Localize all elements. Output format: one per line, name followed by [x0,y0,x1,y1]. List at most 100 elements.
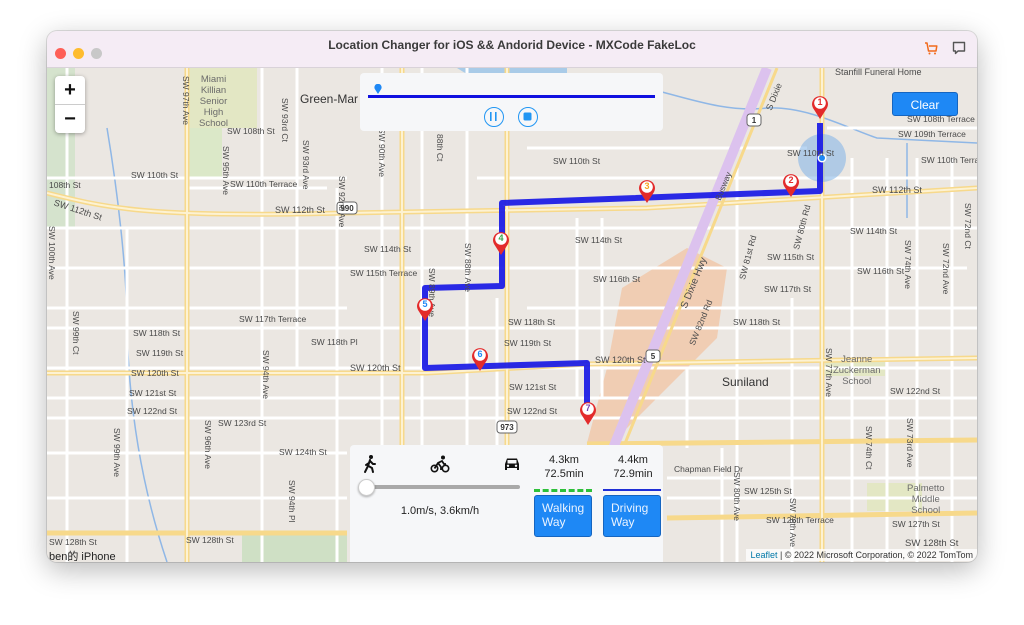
driving-route-legend [603,489,661,491]
street-label: SW 73rd Ave [905,418,915,468]
street-label: SW 109th Terrace [898,129,966,139]
street-label: SW 128th St [905,538,959,549]
street-label: SW 93rd Ct [280,98,290,142]
place-miami-killian: Miami Killian Senior High School [199,74,229,129]
window-title: Location Changer for iOS && Andorid Devi… [328,38,696,52]
driving-time: 72.9min [613,468,653,480]
waypoint-marker-5[interactable]: 5 [415,296,435,322]
street-label: SW 118th St [733,317,781,327]
street-label: SW 110th Terrace [230,179,298,189]
street-label: SW 125th St [744,486,792,496]
walking-stats: 4.3km 72.5min [534,453,594,481]
place-suniland: Suniland [722,375,769,389]
street-label: SW 114th St [575,235,623,245]
street-label: SW 128th St [186,535,234,545]
waypoint-marker-7[interactable]: 7 [578,400,598,426]
zoom-out-button[interactable]: − [55,104,85,133]
street-label: SW 120th St [350,363,401,373]
waypoint-marker-3[interactable]: 3 [637,178,657,204]
street-label: SW 108th St [227,126,275,136]
waypoint-number: 7 [585,403,591,413]
cart-icon[interactable] [923,40,939,56]
street-label: SW 122nd St [507,406,558,416]
street-label: SW 94th Pl [287,480,297,523]
app-window: Location Changer for iOS && Andorid Devi… [47,31,977,562]
street-label: SW 115th St [767,252,815,262]
street-label: SW 124th St [279,447,327,457]
clear-button[interactable]: Clear [892,92,958,116]
route-progress-track[interactable] [368,95,655,98]
street-label: SW 112th St [275,205,325,215]
street-label: SW 110th Terra [921,155,977,165]
street-label: SW 110th St [787,148,835,158]
zoom-in-button[interactable]: + [55,76,85,104]
street-label: SW 99th Ct [71,311,81,355]
street-label: SW 99th Ave [112,428,122,477]
waypoint-marker-2[interactable]: 2 [781,172,801,198]
bicycle-icon[interactable] [430,454,450,474]
street-label: SW 114th St [850,226,898,236]
stop-button[interactable] [518,107,538,127]
us1-shield: 1 [752,116,757,125]
street-label: SW 123rd St [218,418,267,428]
speed-slider-thumb[interactable] [358,479,375,496]
street-label: SW 72nd Ct [963,203,973,249]
walking-way-button[interactable]: Walking Way [534,495,592,537]
street-label: SW 72nd Ave [941,243,951,295]
street-label: SW 119th St [504,338,552,348]
playback-panel [360,73,663,131]
street-label: SW 80th Ave [732,472,742,521]
street-label: SW 128th St [49,537,97,547]
street-label: SW 120th St [131,368,179,378]
street-label: SW 74th Ave [903,240,913,289]
street-label: SW 74th Ct [864,426,874,470]
chat-bubble-icon[interactable] [951,40,967,56]
street-label: SW 116th St [593,274,641,284]
waypoint-number: 6 [477,349,483,359]
walking-distance: 4.3km [549,454,579,466]
walking-route-legend [534,489,592,492]
street-label: 108th St [49,180,81,190]
device-name-label: ben的 iPhone [49,551,116,562]
waypoint-marker-6[interactable]: 6 [470,346,490,372]
street-label: SW 122nd St [127,406,178,416]
street-label: SW 121st St [509,382,557,392]
route-settings-panel: 1.0m/s, 3.6km/h 4.3km 72.5min Walking Wa… [350,445,663,562]
progress-pin-icon[interactable] [374,84,382,94]
driving-stats: 4.4km 72.9min [603,453,663,481]
street-label: SW 96th Ave [203,420,213,469]
place-jeanne-zuckerman: Jeanne Zuckerman School [833,354,881,387]
street-label: SW 93rd Ave [301,140,311,190]
place-green-mar: Green-Mar [300,92,359,106]
street-label: SW 117th Terrace [239,314,307,324]
title-bar: Location Changer for iOS && Andorid Devi… [47,31,977,68]
street-label: SW 92nd Ave [337,176,347,228]
waypoint-marker-1[interactable]: 1 [810,94,830,120]
waypoint-number: 5 [422,299,428,309]
street-label: SW 77th Ave [824,348,834,397]
speed-slider[interactable] [358,479,520,496]
street-label: SW 114th St [364,244,412,254]
leaflet-link[interactable]: Leaflet [750,550,777,560]
speed-readout: 1.0m/s, 3.6km/h [400,505,480,517]
map-view[interactable]: 1 990 5 973 Miami Killian Senior High Sc… [47,68,977,562]
street-label: SW 100th Ave [47,226,57,280]
walk-icon[interactable] [360,454,380,474]
waypoint-marker-4[interactable]: 4 [491,230,511,256]
pause-button[interactable] [484,107,504,127]
street-label: SW 119th St [136,348,184,358]
driving-way-button[interactable]: Driving Way [603,495,661,537]
sr5-shield: 5 [651,352,656,361]
zoom-control: + − [55,76,85,133]
map-attribution: Leaflet | © 2022 Microsoft Corporation, … [746,549,977,561]
street-label: SW 110th St [131,170,179,180]
street-label: SW 127th St [892,519,940,529]
stop-icon [523,112,532,121]
street-label: SW 88th Ave [463,243,473,292]
waypoint-number: 3 [644,181,650,191]
car-icon[interactable] [502,454,522,474]
street-label: SW 94th Ave [261,350,271,399]
street-label: SW 115th Terrace [350,268,418,278]
street-label: SW 90th Ave [377,128,387,177]
pause-icon [490,112,497,121]
